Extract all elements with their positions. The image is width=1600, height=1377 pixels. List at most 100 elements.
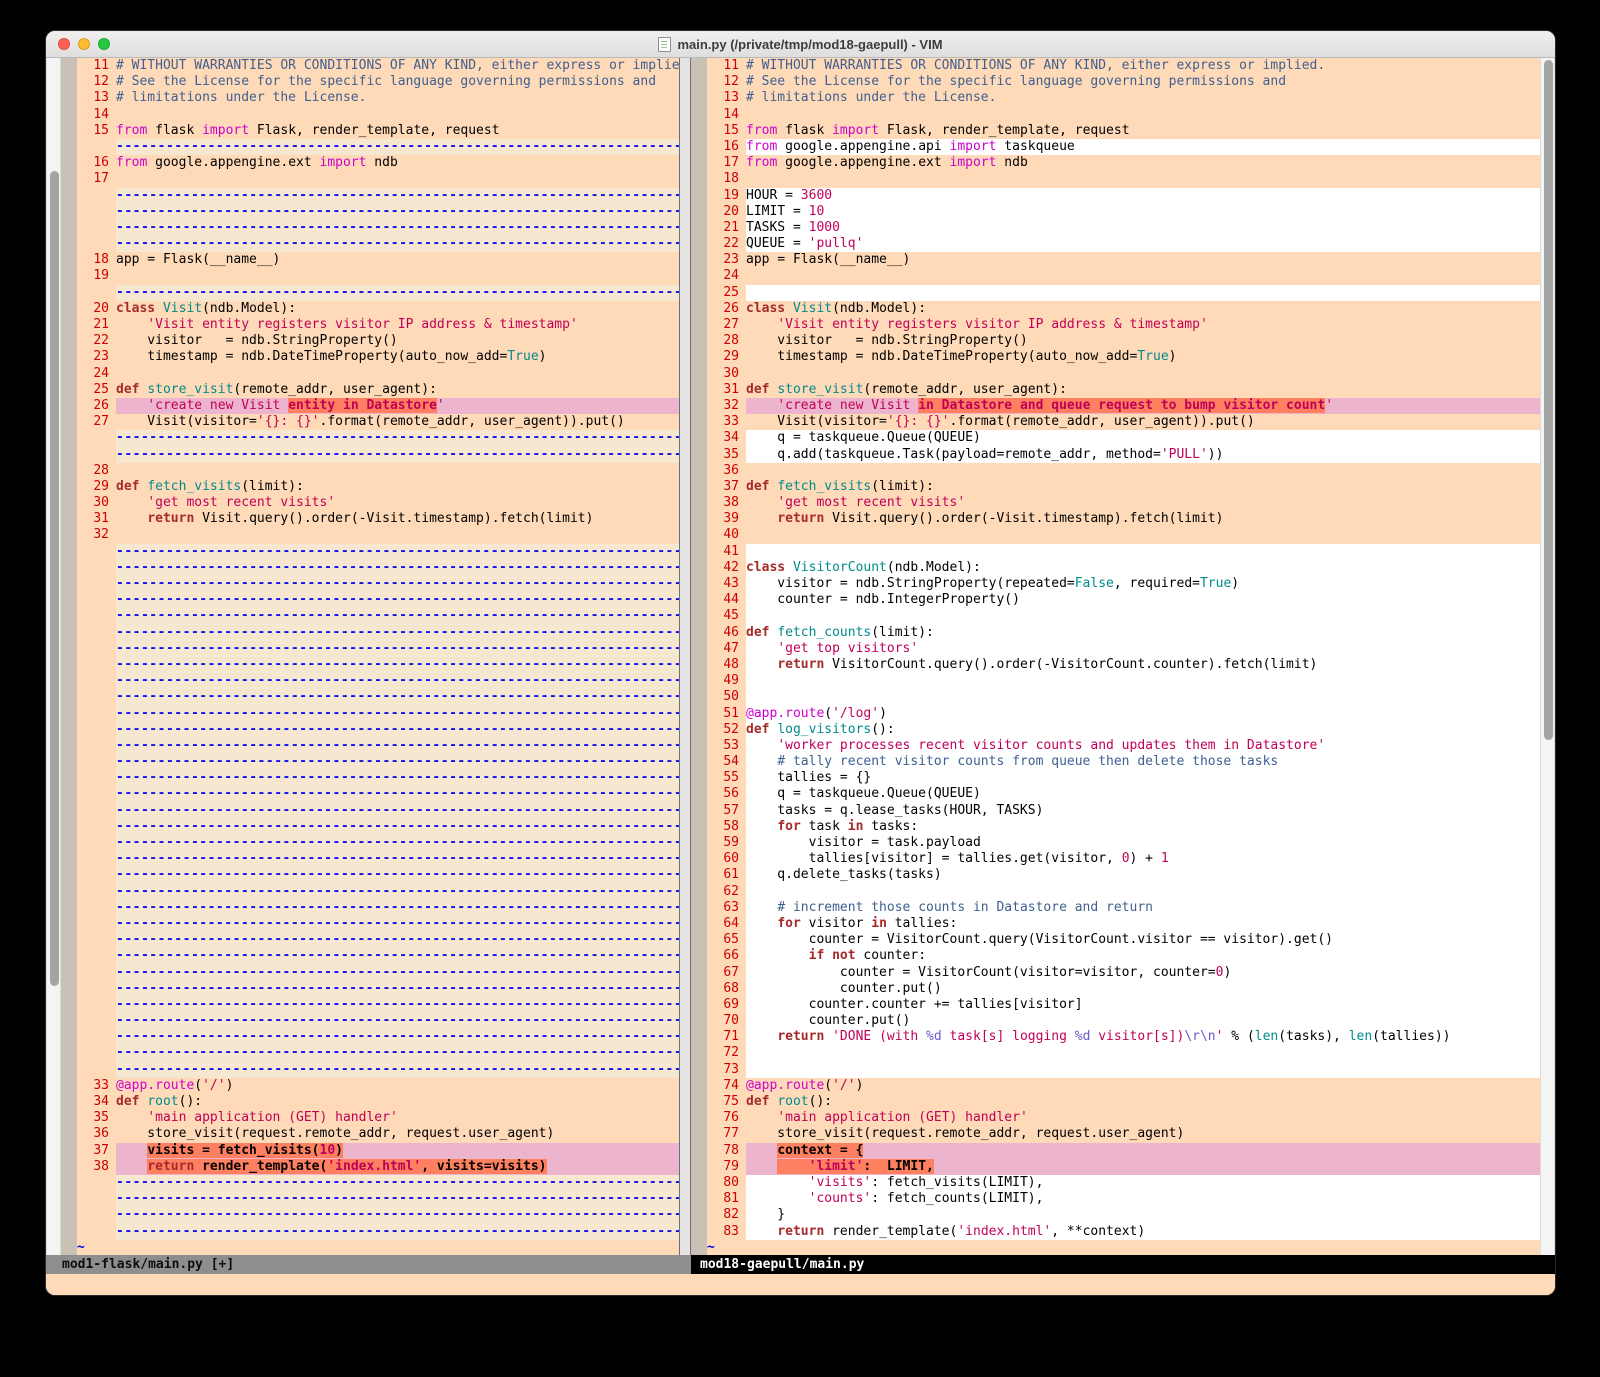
code-line[interactable]: 45 [691,608,1540,624]
code-line[interactable]: 34def root(): [61,1094,679,1110]
minimize-button[interactable] [78,38,90,50]
code-line[interactable]: 79 'limit': LIMIT, [691,1159,1540,1175]
code-line[interactable]: 29def fetch_visits(limit): [61,479,679,495]
zoom-button[interactable] [98,38,110,50]
code-line[interactable]: 78 context = { [691,1143,1540,1159]
code-line[interactable]: 75def root(): [691,1094,1540,1110]
code-line[interactable]: 68 counter.put() [691,981,1540,997]
code-line[interactable]: 21TASKS = 1000 [691,220,1540,236]
code-line[interactable]: 19 [61,268,679,284]
left-scrollbar[interactable] [46,58,61,1255]
code-line[interactable]: 12# See the License for the specific lan… [691,74,1540,90]
code-line[interactable]: 13# limitations under the License. [61,90,679,106]
code-line[interactable]: 37def fetch_visits(limit): [691,479,1540,495]
code-line[interactable]: 55 tallies = {} [691,770,1540,786]
code-line[interactable]: 64 for visitor in tallies: [691,916,1540,932]
code-line[interactable]: 56 q = taskqueue.Queue(QUEUE) [691,786,1540,802]
code-line[interactable]: 83 return render_template('index.html', … [691,1224,1540,1240]
code-line[interactable]: 31 return Visit.query().order(-Visit.tim… [61,511,679,527]
code-line[interactable]: 33@app.route('/') [61,1078,679,1094]
code-line[interactable]: 57 tasks = q.lease_tasks(HOUR, TASKS) [691,803,1540,819]
code-line[interactable]: 14 [691,107,1540,123]
code-line[interactable]: 80 'visits': fetch_visits(LIMIT), [691,1175,1540,1191]
editor-pane-left[interactable]: 11# WITHOUT WARRANTIES OR CONDITIONS OF … [61,58,679,1255]
code-line[interactable]: 16from google.appengine.ext import ndb [61,155,679,171]
code-line[interactable]: 67 counter = VisitorCount(visitor=visito… [691,965,1540,981]
code-line[interactable]: 20class Visit(ndb.Model): [61,301,679,317]
code-line[interactable]: 25def store_visit(remote_addr, user_agen… [61,382,679,398]
code-line[interactable]: 34 q = taskqueue.Queue(QUEUE) [691,430,1540,446]
code-line[interactable]: 17from google.appengine.ext import ndb [691,155,1540,171]
code-line[interactable]: 74@app.route('/') [691,1078,1540,1094]
code-line[interactable]: 65 counter = VisitorCount.query(VisitorC… [691,932,1540,948]
code-line[interactable]: 71 return 'DONE (with %d task[s] logging… [691,1029,1540,1045]
code-line[interactable]: 13# limitations under the License. [691,90,1540,106]
code-line[interactable]: 26 'create new Visit entity in Datastore… [61,398,679,414]
code-line[interactable]: 47 'get top visitors' [691,641,1540,657]
code-line[interactable]: 31def store_visit(remote_addr, user_agen… [691,382,1540,398]
right-scrollbar[interactable] [1540,58,1555,1255]
code-line[interactable]: 18 [691,171,1540,187]
code-line[interactable]: 39 return Visit.query().order(-Visit.tim… [691,511,1540,527]
code-line[interactable]: 38 return render_template('index.html', … [61,1159,679,1175]
code-line[interactable]: 32 'create new Visit in Datastore and qu… [691,398,1540,414]
code-line[interactable]: 35 'main application (GET) handler' [61,1110,679,1126]
code-line[interactable]: 63 # increment those counts in Datastore… [691,900,1540,916]
code-line[interactable]: 76 'main application (GET) handler' [691,1110,1540,1126]
code-line[interactable]: 30 'get most recent visits' [61,495,679,511]
close-button[interactable] [58,38,70,50]
code-line[interactable]: 54 # tally recent visitor counts from qu… [691,754,1540,770]
code-line[interactable]: 20LIMIT = 10 [691,204,1540,220]
code-line[interactable]: 49 [691,673,1540,689]
code-line[interactable]: 59 visitor = task.payload [691,835,1540,851]
left-scrollbar-thumb[interactable] [50,171,59,986]
code-line[interactable]: 50 [691,689,1540,705]
editor-pane-right[interactable]: 11# WITHOUT WARRANTIES OR CONDITIONS OF … [691,58,1540,1255]
code-line[interactable]: 82 } [691,1207,1540,1223]
code-line[interactable]: 29 timestamp = ndb.DateTimeProperty(auto… [691,349,1540,365]
code-line[interactable]: 69 counter.counter += tallies[visitor] [691,997,1540,1013]
code-line[interactable]: 60 tallies[visitor] = tallies.get(visito… [691,851,1540,867]
right-scrollbar-thumb[interactable] [1544,60,1553,740]
code-line[interactable]: 40 [691,527,1540,543]
code-line[interactable]: 28 [61,463,679,479]
code-line[interactable]: 35 q.add(taskqueue.Task(payload=remote_a… [691,447,1540,463]
code-line[interactable]: 23app = Flask(__name__) [691,252,1540,268]
code-line[interactable]: 44 counter = ndb.IntegerProperty() [691,592,1540,608]
code-line[interactable]: 58 for task in tasks: [691,819,1540,835]
code-line[interactable]: 46def fetch_counts(limit): [691,625,1540,641]
code-line[interactable]: 72 [691,1045,1540,1061]
code-line[interactable]: 11# WITHOUT WARRANTIES OR CONDITIONS OF … [61,58,679,74]
code-line[interactable]: 38 'get most recent visits' [691,495,1540,511]
code-line[interactable]: 25 [691,285,1540,301]
code-line[interactable]: 53 'worker processes recent visitor coun… [691,738,1540,754]
statusline-left[interactable]: mod1-flask/main.py [+] [46,1255,691,1274]
code-line[interactable]: 42class VisitorCount(ndb.Model): [691,560,1540,576]
code-line[interactable]: 22 visitor = ndb.StringProperty() [61,333,679,349]
code-line[interactable]: 23 timestamp = ndb.DateTimeProperty(auto… [61,349,679,365]
code-line[interactable]: 36 [691,463,1540,479]
code-line[interactable]: 33 Visit(visitor='{}: {}'.format(remote_… [691,414,1540,430]
code-line[interactable]: 62 [691,884,1540,900]
code-line[interactable]: 22QUEUE = 'pullq' [691,236,1540,252]
code-line[interactable]: 21 'Visit entity registers visitor IP ad… [61,317,679,333]
statusline-right[interactable]: mod18-gaepull/main.py [691,1255,1555,1274]
code-line[interactable]: 73 [691,1062,1540,1078]
code-line[interactable]: 27 Visit(visitor='{}: {}'.format(remote_… [61,414,679,430]
code-line[interactable]: 41 [691,544,1540,560]
code-line[interactable]: 17 [61,171,679,187]
code-line[interactable]: 15from flask import Flask, render_templa… [691,123,1540,139]
pane-divider[interactable] [679,58,691,1255]
code-line[interactable]: 32 [61,527,679,543]
code-line[interactable]: 12# See the License for the specific lan… [61,74,679,90]
code-line[interactable]: 15from flask import Flask, render_templa… [61,123,679,139]
code-line[interactable]: 48 return VisitorCount.query().order(-Vi… [691,657,1540,673]
code-line[interactable]: 16from google.appengine.api import taskq… [691,139,1540,155]
code-line[interactable]: 37 visits = fetch_visits(10) [61,1143,679,1159]
code-line[interactable]: 43 visitor = ndb.StringProperty(repeated… [691,576,1540,592]
code-line[interactable]: 52def log_visitors(): [691,722,1540,738]
code-line[interactable]: 27 'Visit entity registers visitor IP ad… [691,317,1540,333]
code-line[interactable]: 19HOUR = 3600 [691,188,1540,204]
code-line[interactable]: 61 q.delete_tasks(tasks) [691,867,1540,883]
code-line[interactable]: 24 [61,366,679,382]
